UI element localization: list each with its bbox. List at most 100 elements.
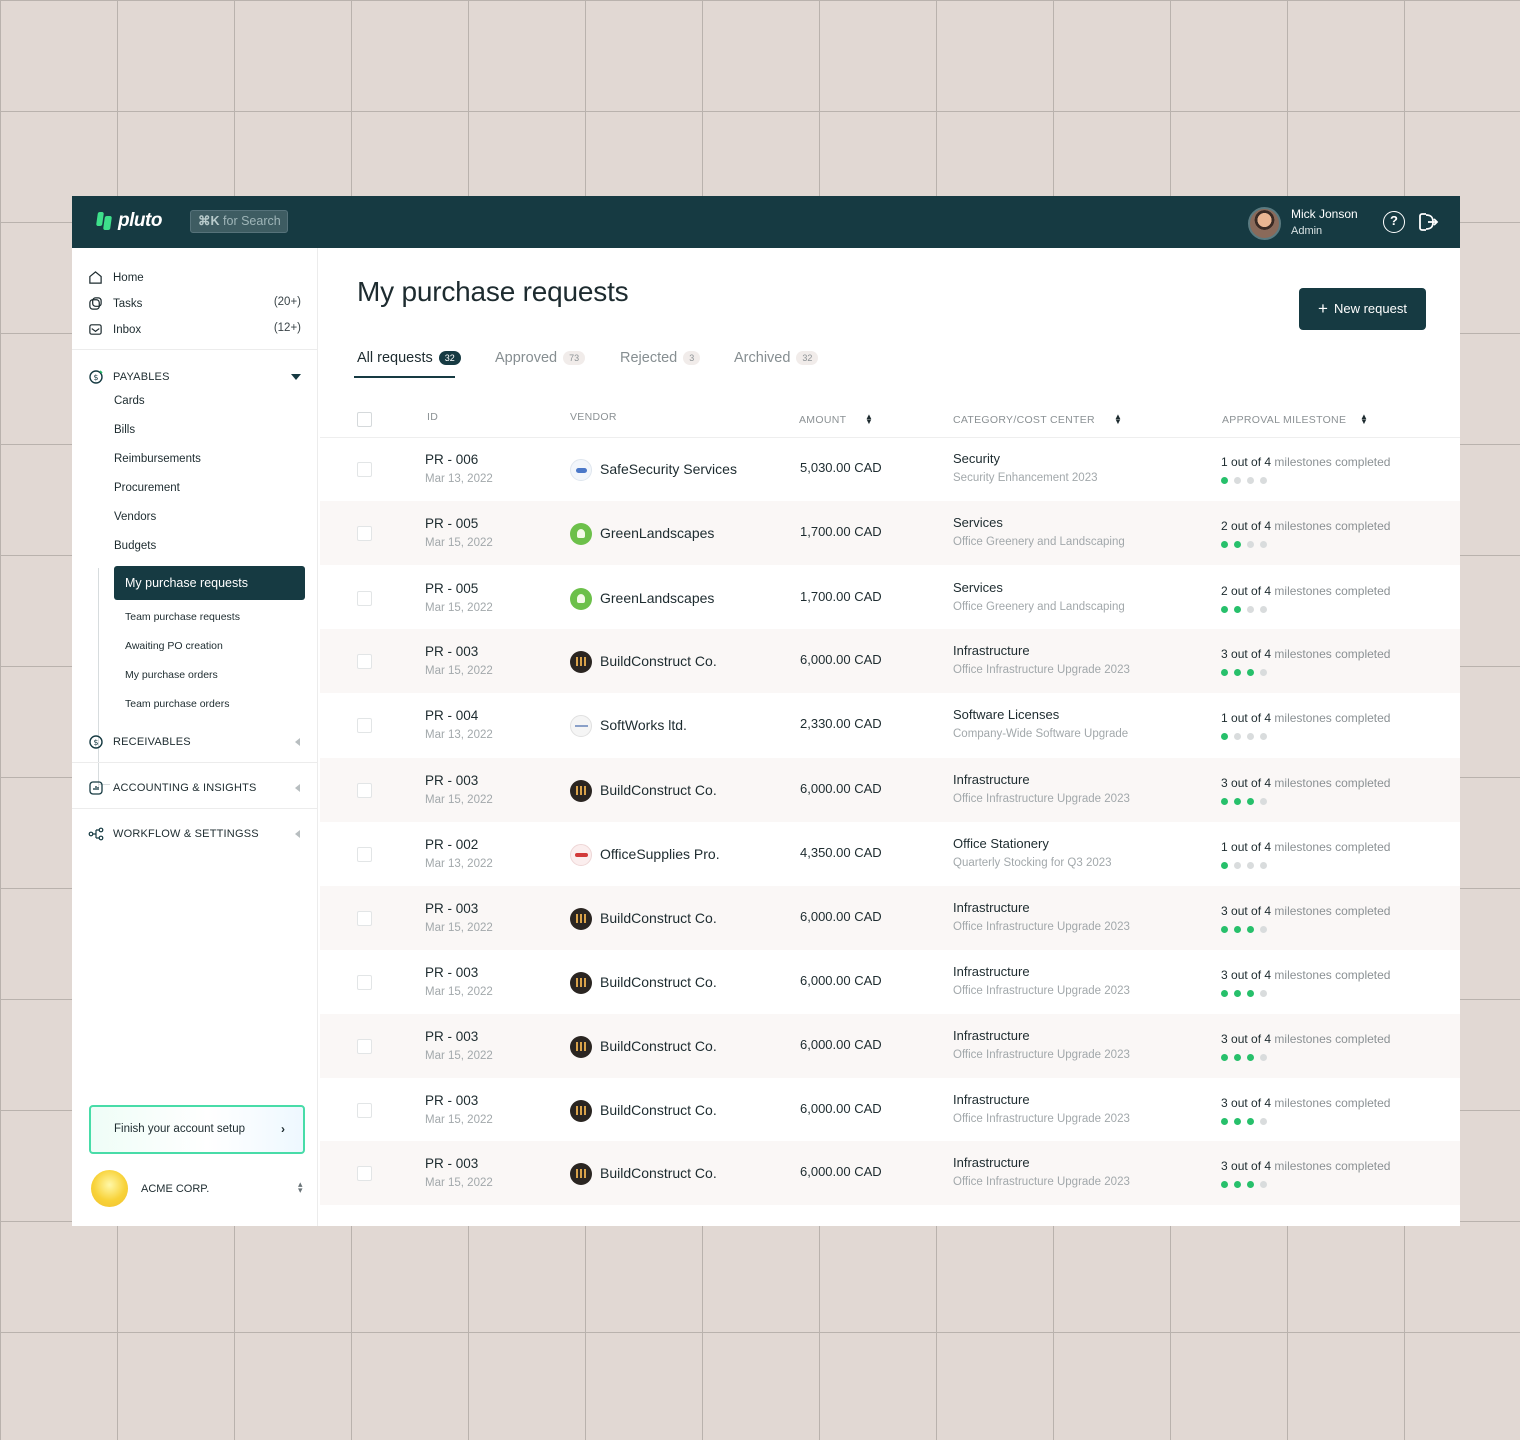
sort-icon[interactable]: ▲ ▼ xyxy=(865,413,873,426)
section-payables[interactable]: $ PAYABLES xyxy=(88,369,170,385)
row-checkbox[interactable] xyxy=(357,783,372,798)
row-checkbox[interactable] xyxy=(357,526,372,541)
section-receivables[interactable]: $ RECEIVABLES xyxy=(88,734,191,750)
request-id[interactable]: PR - 002 xyxy=(425,837,478,852)
milestone-done: 2 xyxy=(1221,519,1228,533)
logout-icon[interactable] xyxy=(1417,211,1439,233)
sidebar-item-team-purchase-orders[interactable]: Team purchase orders xyxy=(125,698,229,710)
table-row[interactable]: PR - 005 Mar 15, 2022 GreenLandscapes 1,700… xyxy=(320,501,1460,565)
row-checkbox[interactable] xyxy=(357,1166,372,1181)
row-checkbox[interactable] xyxy=(357,1039,372,1054)
column-header-vendor[interactable]: VENDOR xyxy=(570,411,617,423)
section-accounting-insights[interactable]: ACCOUNTING & INSIGHTS xyxy=(88,780,257,796)
milestone-dot xyxy=(1260,798,1267,805)
sidebar-item-team-purchase-requests[interactable]: Team purchase requests xyxy=(125,611,240,623)
tab-all-requests[interactable]: All requests 32 xyxy=(357,350,461,366)
milestone-dot xyxy=(1234,669,1241,676)
request-id[interactable]: PR - 003 xyxy=(425,1156,478,1171)
table-row[interactable]: PR - 004 Mar 13, 2022 SoftWorks ltd. 2,330.… xyxy=(320,693,1460,757)
request-id[interactable]: PR - 004 xyxy=(425,708,478,723)
table-row[interactable]: PR - 003 Mar 15, 2022 BuildConstruct Co. 6,… xyxy=(320,950,1460,1014)
pluto-logo[interactable]: pluto xyxy=(96,210,162,232)
user-profile[interactable]: Mick Jonson Admin xyxy=(1248,206,1358,240)
request-id[interactable]: PR - 003 xyxy=(425,773,478,788)
table-row[interactable]: PR - 003 Mar 15, 2022 BuildConstruct Co. 6,… xyxy=(320,886,1460,950)
tab-approved[interactable]: Approved 73 xyxy=(495,350,586,366)
new-request-button[interactable]: + New request xyxy=(1299,288,1426,330)
sidebar-item-inbox[interactable]: Inbox xyxy=(88,322,141,337)
request-id[interactable]: PR - 003 xyxy=(425,1029,478,1044)
workflow-icon xyxy=(88,827,104,841)
pluto-logo-icon xyxy=(96,211,114,231)
request-id[interactable]: PR - 005 xyxy=(425,516,478,531)
sidebar-item-procurement[interactable]: Procurement xyxy=(114,482,180,494)
table-row[interactable]: PR - 003 Mar 15, 2022 BuildConstruct Co. 6,… xyxy=(320,1141,1460,1205)
request-id[interactable]: PR - 003 xyxy=(425,644,478,659)
row-checkbox[interactable] xyxy=(357,462,372,477)
sort-icon[interactable]: ▲ ▼ xyxy=(1360,413,1368,426)
chevron-left-icon[interactable] xyxy=(295,738,300,746)
milestone-dot xyxy=(1247,1054,1254,1061)
table-row[interactable]: PR - 003 Mar 15, 2022 BuildConstruct Co. 6,… xyxy=(320,1078,1460,1142)
row-checkbox[interactable] xyxy=(357,1103,372,1118)
sidebar-item-cards[interactable]: Cards xyxy=(114,395,145,407)
row-checkbox[interactable] xyxy=(357,911,372,926)
table-row[interactable]: PR - 003 Mar 15, 2022 BuildConstruct Co. 6,… xyxy=(320,758,1460,822)
request-id[interactable]: PR - 006 xyxy=(425,452,478,467)
row-checkbox[interactable] xyxy=(357,847,372,862)
request-date: Mar 15, 2022 xyxy=(425,1114,493,1126)
table-row[interactable]: PR - 002 Mar 13, 2022 OfficeSupplies Pro. 4… xyxy=(320,822,1460,886)
column-header-category[interactable]: CATEGORY/COST CENTER xyxy=(953,414,1095,426)
sort-icon[interactable]: ▲ ▼ xyxy=(1114,413,1122,426)
row-checkbox[interactable] xyxy=(357,718,372,733)
request-id[interactable]: PR - 003 xyxy=(425,965,478,980)
org-switcher[interactable]: ACME CORP. xyxy=(91,1170,209,1207)
search-button[interactable]: ⌘K for Search xyxy=(190,210,288,233)
sidebar-item-awaiting-po-creation[interactable]: Awaiting PO creation xyxy=(125,640,223,652)
row-checkbox[interactable] xyxy=(357,975,372,990)
request-id[interactable]: PR - 003 xyxy=(425,1093,478,1108)
select-all-checkbox[interactable] xyxy=(357,412,372,427)
chevron-left-icon[interactable] xyxy=(295,830,300,838)
help-icon[interactable]: ? xyxy=(1383,211,1405,233)
milestone-dot xyxy=(1260,1054,1267,1061)
sidebar-item-tasks[interactable]: Tasks xyxy=(88,296,142,311)
milestone-progress xyxy=(1221,990,1267,997)
milestone-done: 3 xyxy=(1221,776,1228,790)
milestone-dot xyxy=(1221,862,1228,869)
table-row[interactable]: PR - 003 Mar 15, 2022 BuildConstruct Co. 6,… xyxy=(320,1014,1460,1078)
milestone-total: out of 4 xyxy=(1231,584,1272,598)
table-row[interactable]: PR - 003 Mar 15, 2022 BuildConstruct Co. 6,… xyxy=(320,629,1460,693)
tab-label: Archived xyxy=(734,350,791,366)
tree-line xyxy=(98,568,99,788)
table-row[interactable]: PR - 005 Mar 15, 2022 GreenLandscapes 1,700… xyxy=(320,566,1460,630)
milestone-done: 2 xyxy=(1221,584,1228,598)
chevron-left-icon[interactable] xyxy=(295,784,300,792)
finish-setup-card[interactable]: Finish your account setup › xyxy=(89,1105,305,1154)
sort-icon[interactable]: ▴ ▾ xyxy=(298,1180,303,1195)
sidebar-item-budgets[interactable]: Budgets xyxy=(114,540,156,552)
sidebar-item-my-purchase-orders[interactable]: My purchase orders xyxy=(125,669,218,681)
sidebar-item-my-purchase-requests[interactable]: My purchase requests xyxy=(114,566,305,600)
category: Infrastructure xyxy=(953,1092,1030,1107)
tab-rejected[interactable]: Rejected 3 xyxy=(620,350,701,366)
milestone-suffix: milestones completed xyxy=(1274,455,1391,469)
sidebar-item-reimbursements[interactable]: Reimbursements xyxy=(114,453,201,465)
section-workflow-settings[interactable]: WORKFLOW & SETTINGSS xyxy=(88,826,259,842)
row-checkbox[interactable] xyxy=(357,591,372,606)
column-header-approval[interactable]: APPROVAL MILESTONE xyxy=(1222,414,1346,426)
chevron-down-icon[interactable] xyxy=(291,374,301,380)
sidebar-item-vendors[interactable]: Vendors xyxy=(114,511,156,523)
sidebar-item-bills[interactable]: Bills xyxy=(114,424,135,436)
row-checkbox[interactable] xyxy=(357,654,372,669)
milestone-dot xyxy=(1221,477,1228,484)
column-header-id[interactable]: ID xyxy=(427,411,438,423)
request-id[interactable]: PR - 005 xyxy=(425,581,478,596)
sidebar-item-home[interactable]: Home xyxy=(88,270,144,285)
column-header-amount[interactable]: AMOUNT xyxy=(799,414,846,426)
milestone-text: 3 out of 4 milestones completed xyxy=(1221,1032,1390,1046)
request-id[interactable]: PR - 003 xyxy=(425,901,478,916)
table-row[interactable]: PR - 006 Mar 13, 2022 SafeSecurity Service… xyxy=(320,437,1460,501)
tab-archived[interactable]: Archived 32 xyxy=(734,350,819,366)
amount: 5,030.00 CAD xyxy=(800,460,882,475)
